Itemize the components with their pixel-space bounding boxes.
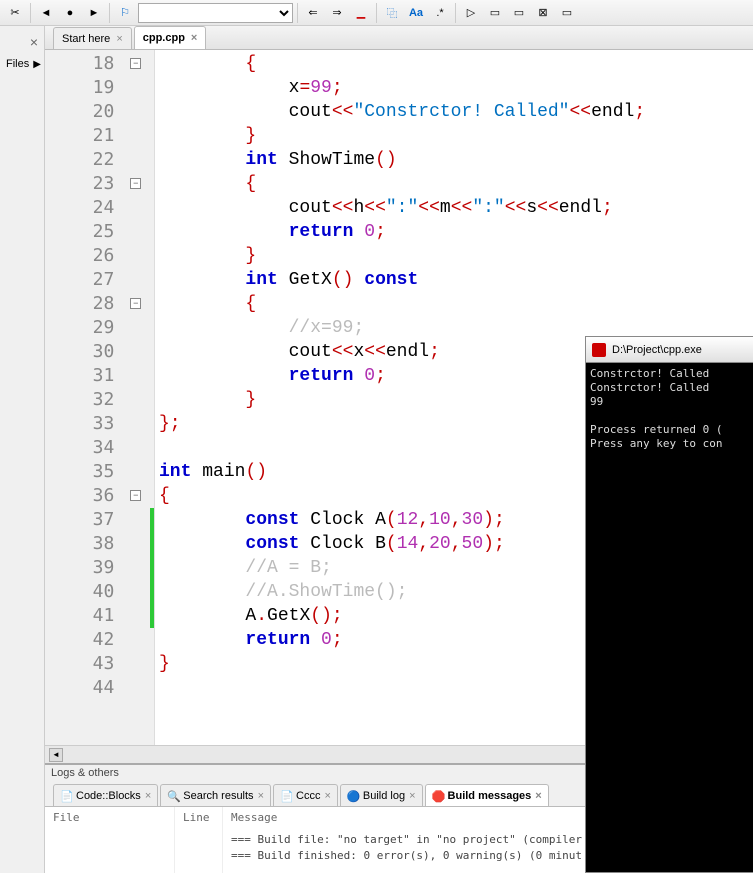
logs-tab[interactable]: 🛑 Build messages× [425, 784, 549, 806]
image-icon[interactable]: ⊠ [532, 2, 554, 24]
rect3-icon[interactable]: ▭ [556, 2, 578, 24]
tab-close-icon[interactable]: × [409, 790, 415, 802]
bookmark-icon[interactable]: ⚐ [114, 2, 136, 24]
fold-toggle-icon[interactable]: − [130, 490, 141, 501]
change-marker [150, 580, 154, 604]
arrow-right-icon[interactable]: ⇒ [326, 2, 348, 24]
chevron-right-icon: ▶ [33, 59, 41, 70]
col-line: Line [175, 807, 223, 873]
tab-close-icon[interactable]: × [145, 790, 151, 802]
fold-column: − − − − [124, 50, 154, 745]
logs-tab[interactable]: 📄 Cccc × [273, 784, 338, 806]
scroll-left-icon[interactable]: ◄ [49, 748, 63, 762]
col-file: File [45, 807, 175, 873]
tab-close-icon[interactable]: × [258, 790, 264, 802]
console-titlebar[interactable]: D:\Project\cpp.exe [586, 337, 753, 363]
tab-close-icon[interactable]: × [535, 790, 541, 802]
tab-icon: 📄 [60, 790, 72, 802]
tab-icon: 🔍 [167, 790, 179, 802]
editor-tab[interactable]: Start here × [53, 27, 132, 49]
gutter: 18 19 20 21 22 23 24 25 26 27 28 29 30 3… [45, 50, 155, 745]
line-numbers: 18 19 20 21 22 23 24 25 26 27 28 29 30 3… [45, 50, 124, 745]
tab-label: Search results [183, 790, 253, 802]
copy-icon[interactable]: ⿻ [381, 2, 403, 24]
change-marker [150, 604, 154, 628]
tab-label: Build messages [448, 790, 532, 802]
change-marker [150, 556, 154, 580]
highlight-icon[interactable]: ▁ [350, 2, 372, 24]
tab-label: Code::Blocks [76, 790, 141, 802]
logs-tab[interactable]: 📄 Code::Blocks × [53, 784, 158, 806]
files-label: Files [6, 58, 29, 70]
tab-close-icon[interactable]: × [324, 790, 330, 802]
change-marker [150, 508, 154, 532]
logs-tab[interactable]: 🔵 Build log × [340, 784, 423, 806]
rect1-icon[interactable]: ▭ [484, 2, 506, 24]
nav-back-icon[interactable]: ◄ [35, 2, 57, 24]
target-combo[interactable] [138, 3, 293, 23]
arrow-left-icon[interactable]: ⇐ [302, 2, 324, 24]
editor-tab-bar: Start here × cpp.cpp × [45, 26, 753, 50]
tab-close-icon[interactable]: × [116, 33, 122, 45]
fold-toggle-icon[interactable]: − [130, 298, 141, 309]
tab-label: Build log [363, 790, 405, 802]
console-app-icon [592, 343, 606, 357]
change-marker [150, 532, 154, 556]
console-window[interactable]: D:\Project\cpp.exe Constrctor! Called Co… [585, 336, 753, 873]
left-panel: × Files ▶ [0, 26, 45, 873]
tab-label: cpp.cpp [143, 32, 185, 44]
nav-dot-icon[interactable]: ● [59, 2, 81, 24]
editor-tab[interactable]: cpp.cpp × [134, 26, 207, 49]
console-title-text: D:\Project\cpp.exe [612, 344, 702, 356]
tab-label: Cccc [296, 790, 320, 802]
nav-forward-icon[interactable]: ► [83, 2, 105, 24]
tab-icon: 🛑 [432, 790, 444, 802]
files-tab[interactable]: Files ▶ [6, 58, 41, 70]
tab-icon: 📄 [280, 790, 292, 802]
regex-icon[interactable]: .* [429, 2, 451, 24]
fold-toggle-icon[interactable]: − [130, 58, 141, 69]
fold-toggle-icon[interactable]: − [130, 178, 141, 189]
tab-close-icon[interactable]: × [191, 32, 197, 44]
pointer-icon[interactable]: ▷ [460, 2, 482, 24]
main-toolbar: ✂ ◄ ● ► ⚐ ⇐ ⇒ ▁ ⿻ Aa .* ▷ ▭ ▭ ⊠ ▭ [0, 0, 753, 26]
tab-icon: 🔵 [347, 790, 359, 802]
font-icon[interactable]: Aa [405, 2, 427, 24]
logs-tab[interactable]: 🔍 Search results × [160, 784, 271, 806]
rect2-icon[interactable]: ▭ [508, 2, 530, 24]
cursor-icon[interactable]: ✂ [4, 2, 26, 24]
panel-close-icon[interactable]: × [30, 34, 38, 50]
tab-label: Start here [62, 33, 110, 45]
console-output: Constrctor! Called Constrctor! Called 99… [586, 363, 753, 455]
